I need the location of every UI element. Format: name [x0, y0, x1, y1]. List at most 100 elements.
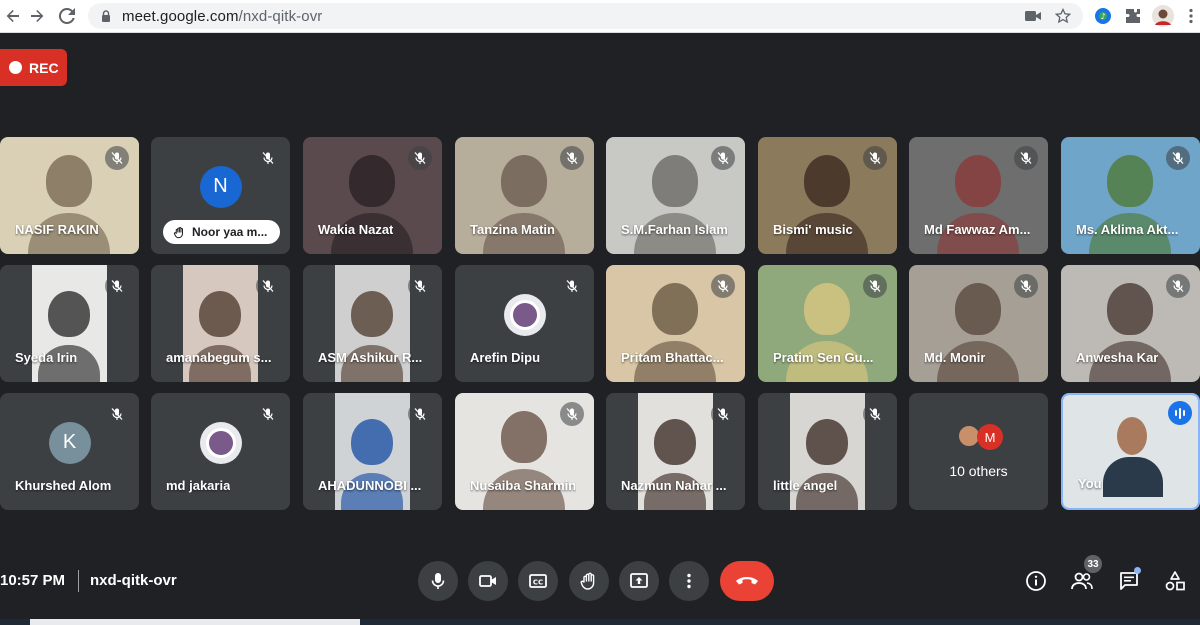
address-bar[interactable]: meet.google.com/nxd-qitk-ovr	[88, 3, 1083, 29]
mic-off-icon	[711, 146, 735, 170]
meeting-time: 10:57 PM	[0, 572, 66, 589]
participant-tile[interactable]: AHADUNNOBI ...	[303, 393, 442, 510]
mic-off-icon	[863, 274, 887, 298]
participant-tile[interactable]: Syeda Irin	[0, 265, 139, 382]
participant-tile[interactable]: Pratim Sen Gu...	[758, 265, 897, 382]
hang-up-icon	[736, 577, 758, 585]
participant-tile[interactable]: ASM Ashikur R...	[303, 265, 442, 382]
mic-off-icon	[1014, 146, 1038, 170]
avatar: M	[977, 424, 1003, 450]
bookmark-star-icon[interactable]	[1055, 8, 1071, 24]
os-taskbar	[0, 619, 1200, 625]
mic-off-icon	[256, 402, 280, 426]
participant-name: Ms. Aklima Akt...	[1076, 222, 1179, 237]
mic-off-icon	[408, 274, 432, 298]
meeting-code: nxd-qitk-ovr	[90, 572, 177, 589]
activities-button[interactable]	[1162, 568, 1188, 594]
participant-tile[interactable]: N Noor yaa m...	[151, 137, 290, 254]
hand-icon	[173, 226, 184, 238]
mic-off-icon	[1166, 274, 1190, 298]
extensions-puzzle-icon[interactable]	[1122, 5, 1144, 27]
info-icon	[1026, 571, 1046, 591]
chat-notification-dot	[1134, 567, 1141, 574]
hand-icon	[580, 572, 595, 590]
camera-in-use-icon[interactable]	[1025, 10, 1041, 22]
mic-off-icon	[408, 146, 432, 170]
more-vert-icon	[687, 573, 691, 589]
activities-shapes-icon	[1165, 571, 1185, 591]
participant-tile[interactable]: Nusaiba Sharmin	[455, 393, 594, 510]
microphone-icon	[431, 573, 445, 589]
participant-tile[interactable]: Md. Monir	[909, 265, 1048, 382]
mic-off-icon	[560, 402, 584, 426]
participant-name: ASM Ashikur R...	[318, 350, 423, 365]
raise-hand-button[interactable]	[569, 561, 609, 601]
mic-off-icon	[105, 402, 129, 426]
participant-tile[interactable]: Bismi' music	[758, 137, 897, 254]
participant-tile[interactable]: amanabegum s...	[151, 265, 290, 382]
microphone-button[interactable]	[418, 561, 458, 601]
mic-off-icon	[256, 274, 280, 298]
browser-menu-icon[interactable]	[1180, 5, 1200, 27]
video-camera-icon	[479, 575, 496, 587]
camera-button[interactable]	[468, 561, 508, 601]
back-icon[interactable]	[0, 3, 26, 29]
participant-name: NASIF RAKIN	[15, 222, 99, 237]
present-screen-button[interactable]	[619, 561, 659, 601]
browser-toolbar: meet.google.com/nxd-qitk-ovr ♪	[0, 0, 1200, 33]
recording-label: REC	[29, 59, 59, 76]
participant-tile[interactable]: S.M.Farhan Islam	[606, 137, 745, 254]
divider	[78, 570, 79, 592]
mic-off-icon	[105, 146, 129, 170]
participant-tile[interactable]: Tanzina Matin	[455, 137, 594, 254]
participant-name: Md Fawwaz Am...	[924, 222, 1031, 237]
participant-tile[interactable]: little angel	[758, 393, 897, 510]
participant-name: AHADUNNOBI ...	[318, 478, 422, 493]
people-icon	[1071, 572, 1093, 590]
captions-icon: CC	[529, 574, 547, 588]
mic-off-icon	[1014, 274, 1038, 298]
extension-music-icon[interactable]: ♪	[1092, 5, 1114, 27]
participant-name: Syeda Irin	[15, 350, 78, 365]
reload-icon[interactable]	[54, 3, 80, 29]
lock-icon	[102, 10, 110, 22]
participant-name: amanabegum s...	[166, 350, 272, 365]
participant-name: md jakaria	[166, 478, 231, 493]
forward-icon[interactable]	[24, 3, 50, 29]
participant-name: S.M.Farhan Islam	[621, 222, 728, 237]
url-text: meet.google.com/nxd-qitk-ovr	[122, 7, 323, 25]
participant-tile[interactable]: md jakaria	[151, 393, 290, 510]
participant-name: Pratim Sen Gu...	[773, 350, 874, 365]
participant-avatar	[199, 421, 242, 464]
participant-name: little angel	[773, 478, 838, 493]
participant-tile[interactable]: Ms. Aklima Akt...	[1061, 137, 1200, 254]
participant-name: Pritam Bhattac...	[621, 350, 724, 365]
participant-tile[interactable]: Md Fawwaz Am...	[909, 137, 1048, 254]
more-options-button[interactable]	[669, 561, 709, 601]
mic-off-icon	[560, 146, 584, 170]
participant-avatar: N	[199, 165, 242, 208]
participant-name: Bismi' music	[773, 222, 853, 237]
participant-tile[interactable]: Arefin Dipu	[455, 265, 594, 382]
mic-off-icon	[1166, 146, 1190, 170]
mic-off-icon	[560, 274, 584, 298]
participant-name: Tanzina Matin	[470, 222, 555, 237]
participant-tile[interactable]: NASIF RAKIN	[0, 137, 139, 254]
captions-button[interactable]: CC	[518, 561, 558, 601]
participant-name: Nazmun Nahar ...	[621, 478, 727, 493]
recording-indicator: REC	[0, 49, 67, 86]
participant-avatar	[503, 293, 546, 336]
others-avatars: M	[957, 424, 1003, 450]
participant-name: You	[1078, 476, 1102, 491]
participant-tile[interactable]: Anwesha Kar	[1061, 265, 1200, 382]
profile-avatar[interactable]	[1152, 5, 1174, 27]
self-video-tile[interactable]: You	[1061, 393, 1200, 510]
participant-tile[interactable]: K Khurshed Alom	[0, 393, 139, 510]
others-tile[interactable]: M 10 others	[909, 393, 1048, 510]
leave-call-button[interactable]	[720, 561, 774, 601]
meeting-details-button[interactable]	[1023, 568, 1049, 594]
participant-tile[interactable]: Wakia Nazat	[303, 137, 442, 254]
participant-tile[interactable]: Nazmun Nahar ...	[606, 393, 745, 510]
participant-tile[interactable]: Pritam Bhattac...	[606, 265, 745, 382]
svg-text:♪: ♪	[1100, 12, 1105, 21]
